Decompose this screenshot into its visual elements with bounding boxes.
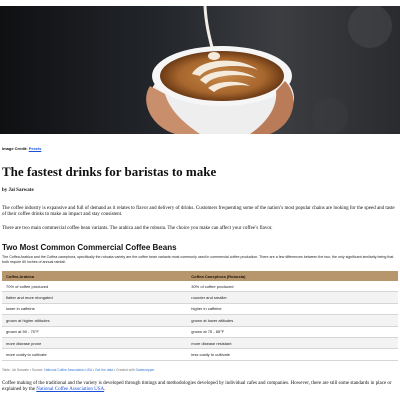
article-title: The fastest drinks for baristas to make — [2, 164, 217, 179]
table-row: grown at higher altitudes grown at lower… — [2, 314, 398, 327]
table-row: flatter and more elongated rounder and s… — [2, 291, 398, 304]
table-cell: less costly to cultivate — [187, 348, 398, 361]
table-cell: grown at 59 - 75°F — [2, 326, 188, 338]
section-intro: The Coffea Arabica and the Coffea caneph… — [2, 255, 394, 264]
bean-variants-paragraph: There are two main commercial coffee bea… — [2, 226, 273, 231]
section-heading: Two Most Common Commercial Coffee Beans — [2, 243, 177, 252]
image-credit-label: Image Credit: — [2, 146, 28, 151]
closing-paragraph: Coffee making of the traditional and the… — [2, 381, 396, 393]
table-cell: rounder and smaller — [187, 291, 398, 304]
image-credit: Image Credit: Pexels — [2, 146, 41, 151]
intro-paragraph: The coffee industry is expansive and ful… — [2, 206, 395, 217]
table-cell: grown at lower altitudes — [187, 314, 398, 327]
article-byline: by Jai Sarwate — [2, 188, 34, 193]
closing-end: . — [104, 387, 106, 392]
table-note-separator: • — [92, 368, 95, 372]
table-row: lower in caffeine higher in caffeine — [2, 303, 398, 316]
table-header-row: Coffea Arabica Coffea Canephora (Robusta… — [2, 271, 398, 281]
table-row: 70% of coffee produced 30% of coffee pro… — [2, 281, 398, 293]
table-note-prefix: Table: Jai Sarwate • Source: — [2, 368, 44, 372]
table-cell: 70% of coffee produced — [2, 281, 188, 293]
bean-comparison-table: Coffea Arabica Coffea Canephora (Robusta… — [2, 271, 398, 361]
table-header-robusta: Coffea Canephora (Robusta) — [187, 271, 398, 281]
get-data-link[interactable]: Get the data — [95, 368, 113, 372]
table-row: grown at 59 - 75°F grown at 75 - 85°F — [2, 326, 398, 338]
table-cell: higher in caffeine — [187, 303, 398, 316]
table-cell: grown at 75 - 85°F — [187, 326, 398, 338]
latte-art-illustration — [146, 6, 392, 134]
datawrapper-link[interactable]: Datawrapper — [136, 368, 155, 372]
table-cell: flatter and more elongated — [2, 291, 188, 304]
table-cell: lower in caffeine — [2, 303, 188, 316]
table-header-arabica: Coffea Arabica — [2, 271, 188, 281]
table-row: more costly to cultivate less costly to … — [2, 348, 398, 361]
table-note-separator: • Created with — [114, 368, 135, 372]
table-source-note: Table: Jai Sarwate • Source: National Co… — [2, 368, 154, 372]
table-source-link[interactable]: National Coffee Association USA — [44, 368, 92, 372]
table-cell: more disease resistant — [187, 337, 398, 350]
table-cell: 30% of coffee produced — [187, 281, 398, 293]
hero-image — [0, 6, 400, 134]
nca-link[interactable]: National Coffee Association USA — [36, 387, 104, 392]
table-cell: more costly to cultivate — [2, 348, 188, 361]
table-row: more disease prone more disease resistan… — [2, 337, 398, 350]
table-cell: grown at higher altitudes — [2, 314, 188, 327]
table-cell: more disease prone — [2, 337, 188, 350]
image-credit-link[interactable]: Pexels — [29, 146, 42, 151]
